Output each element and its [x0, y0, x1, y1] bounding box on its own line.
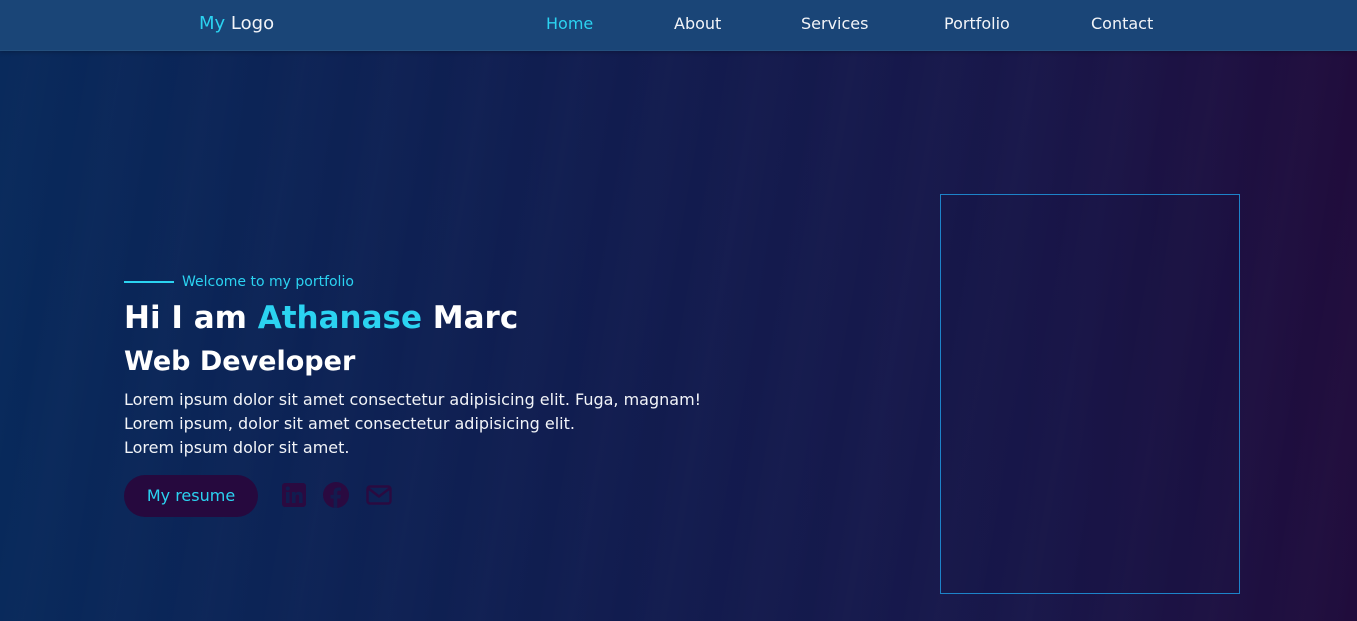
hero-headline: Hi I am Athanase Marc — [124, 298, 518, 338]
first-name: Athanase — [257, 300, 422, 336]
logo[interactable]: My Logo — [199, 13, 274, 35]
description-line: Lorem ipsum dolor sit amet. — [124, 438, 350, 457]
nav-contact-link[interactable]: Contact — [1091, 14, 1153, 34]
nav-portfolio-link[interactable]: Portfolio — [944, 14, 1010, 34]
hero-description: Lorem ipsum dolor sit amet consectetur a… — [124, 388, 724, 460]
description-line: Lorem ipsum dolor sit amet consectetur a… — [124, 390, 702, 409]
nav-about-link[interactable]: About — [674, 14, 721, 34]
facebook-icon-graphic — [323, 482, 349, 508]
facebook-icon[interactable] — [322, 481, 350, 509]
logo-text: Logo — [230, 13, 275, 34]
resume-button[interactable]: My resume — [124, 475, 258, 517]
role-title: Web Developer — [124, 346, 356, 377]
mail-icon-graphic — [366, 485, 392, 505]
description-line: Lorem ipsum, dolor sit amet consectetur … — [124, 414, 575, 433]
greeting-text: Hi I am — [124, 300, 247, 336]
mail-icon[interactable] — [365, 481, 393, 509]
navbar: My Logo Home About Services Portfolio Co… — [0, 0, 1357, 51]
welcome-divider — [124, 281, 174, 283]
profile-image-frame — [940, 194, 1240, 594]
nav-services-link[interactable]: Services — [801, 14, 868, 34]
logo-accent-text: My — [199, 13, 226, 34]
last-name: Marc — [432, 300, 519, 336]
linkedin-icon[interactable] — [280, 481, 308, 509]
welcome-text: Welcome to my portfolio — [182, 274, 354, 290]
linkedin-icon-graphic — [282, 483, 306, 507]
nav-home-link[interactable]: Home — [546, 14, 593, 34]
